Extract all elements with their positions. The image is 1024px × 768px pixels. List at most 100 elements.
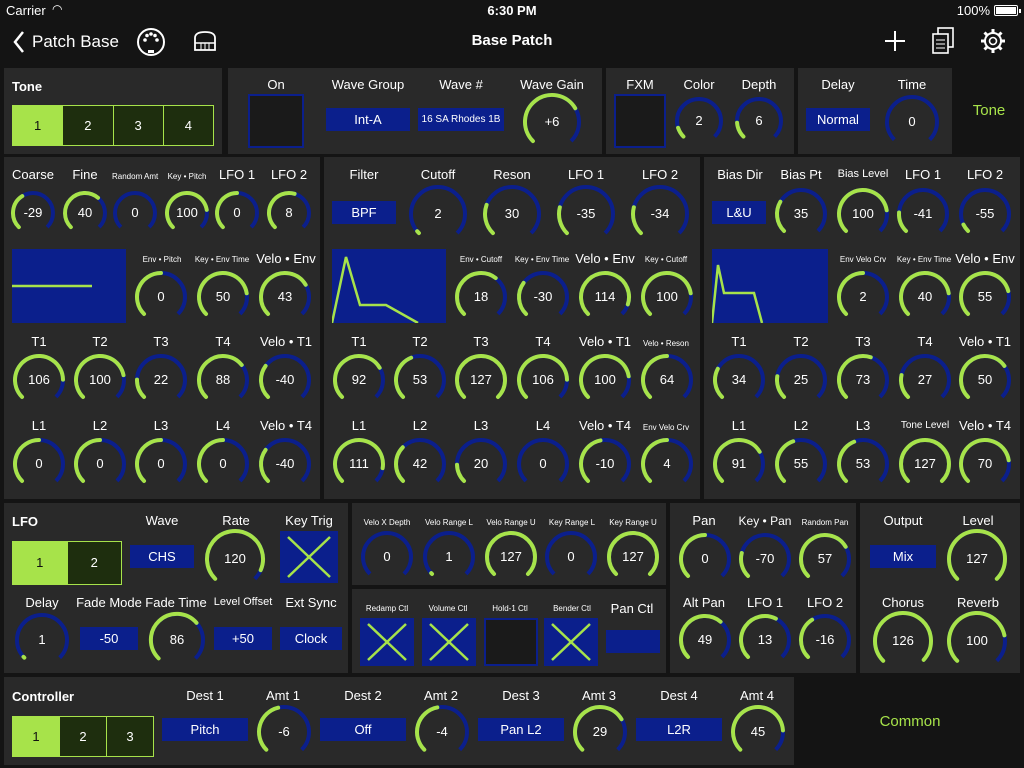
filter-l2-knob[interactable]: 42 [393, 437, 447, 491]
pitch-t4-knob[interactable]: 88 [196, 353, 250, 407]
amt1-knob[interactable]: -6 [256, 704, 312, 760]
cutoff-knob[interactable]: 2 [408, 184, 468, 244]
bias-dir-button[interactable]: L&U [712, 201, 766, 224]
fade-mode-button[interactable]: -50 [80, 627, 138, 650]
key-trig-toggle[interactable] [280, 531, 338, 583]
key-range-l-knob[interactable]: 0 [544, 530, 598, 584]
velo-x-depth-knob[interactable]: 0 [360, 530, 414, 584]
amp-t1-knob[interactable]: 34 [712, 353, 766, 407]
amp-t2-knob[interactable]: 25 [774, 353, 828, 407]
filter-envelope-graph[interactable] [330, 249, 446, 325]
filter-l3-knob[interactable]: 20 [454, 437, 508, 491]
lfo-tab-1[interactable]: 1 [13, 542, 68, 584]
filter-t3-knob[interactable]: 127 [454, 353, 508, 407]
filter-velo-t4-knob[interactable]: -10 [578, 437, 632, 491]
tone-tab-2[interactable]: 2 [63, 106, 114, 145]
bias-pt-knob[interactable]: 35 [774, 187, 828, 241]
lfo-tab-2[interactable]: 2 [67, 542, 121, 584]
pitch-l1-knob[interactable]: 0 [12, 437, 66, 491]
controller-tabs[interactable]: 1 2 3 [12, 716, 154, 757]
filter-key-env-time-knob[interactable]: -30 [516, 270, 570, 324]
color-knob[interactable]: 2 [674, 96, 724, 146]
pan-lfo2-knob[interactable]: -16 [798, 613, 852, 667]
filter-velo-t1-knob[interactable]: 100 [578, 353, 632, 407]
copy-icon[interactable] [930, 26, 956, 61]
key-range-u-knob[interactable]: 127 [606, 530, 660, 584]
dest2-button[interactable]: Off [320, 718, 406, 741]
amp-env-velo-crv-knob[interactable]: 2 [836, 270, 890, 324]
tone-level-knob[interactable]: 127 [898, 437, 952, 491]
pitch-envelope-graph[interactable] [12, 249, 126, 323]
pitch-key-env-time-knob[interactable]: 50 [196, 270, 250, 324]
amp-l1-knob[interactable]: 91 [712, 437, 766, 491]
velo-range-l-knob[interactable]: 1 [422, 530, 476, 584]
on-toggle[interactable] [248, 94, 304, 148]
wave-num-button[interactable]: 16 SA Rhodes 1B [418, 108, 504, 131]
amp-envelope-graph[interactable] [710, 249, 828, 324]
amp-lfo1-knob[interactable]: -41 [896, 187, 950, 241]
chorus-knob[interactable]: 126 [872, 610, 934, 672]
bender-ctl-toggle[interactable] [544, 618, 598, 666]
pitch-lfo2-knob[interactable]: 8 [266, 190, 312, 236]
controller-tab-3[interactable]: 3 [107, 717, 153, 756]
amt3-knob[interactable]: 29 [572, 704, 628, 760]
filter-t1-knob[interactable]: 92 [332, 353, 386, 407]
controller-tab-2[interactable]: 2 [60, 717, 107, 756]
key-pitch-knob[interactable]: 100 [164, 190, 210, 236]
fxm-toggle[interactable] [614, 94, 666, 148]
pitch-t1-knob[interactable]: 106 [12, 353, 66, 407]
pan-lfo1-knob[interactable]: 13 [738, 613, 792, 667]
amp-lfo2-knob[interactable]: -55 [958, 187, 1012, 241]
lfo-wave-button[interactable]: CHS [130, 545, 194, 568]
bias-level-knob[interactable]: 100 [836, 187, 890, 241]
random-pan-knob[interactable]: 57 [798, 532, 852, 586]
pitch-l3-knob[interactable]: 0 [134, 437, 188, 491]
reson-knob[interactable]: 30 [482, 184, 542, 244]
gear-icon[interactable] [979, 27, 1007, 60]
random-amt-knob[interactable]: 0 [112, 190, 158, 236]
hold1-ctl-toggle[interactable] [484, 618, 538, 666]
key-cutoff-knob[interactable]: 100 [640, 270, 694, 324]
output-button[interactable]: Mix [870, 545, 936, 568]
pan-ctl-button[interactable] [606, 630, 660, 653]
filter-type-button[interactable]: BPF [332, 201, 396, 224]
lfo-tabs[interactable]: 1 2 [12, 541, 122, 585]
pitch-velo-t4-knob[interactable]: -40 [258, 437, 312, 491]
tone-tab-3[interactable]: 3 [113, 106, 164, 145]
filter-env-velo-crv-knob[interactable]: 4 [640, 437, 694, 491]
controller-tab-1[interactable]: 1 [13, 717, 60, 756]
pitch-l4-knob[interactable]: 0 [196, 437, 250, 491]
dest3-button[interactable]: Pan L2 [478, 718, 564, 741]
pitch-velo-env-knob[interactable]: 43 [258, 270, 312, 324]
pitch-l2-knob[interactable]: 0 [73, 437, 127, 491]
amp-t3-knob[interactable]: 73 [836, 353, 890, 407]
amp-velo-t1-knob[interactable]: 50 [958, 353, 1012, 407]
amp-velo-t4-knob[interactable]: 70 [958, 437, 1012, 491]
amp-key-env-time-knob[interactable]: 40 [898, 270, 952, 324]
pitch-t3-knob[interactable]: 22 [134, 353, 188, 407]
tone-tabs[interactable]: 1 2 3 4 [12, 105, 214, 146]
filter-t2-knob[interactable]: 53 [393, 353, 447, 407]
env-cutoff-knob[interactable]: 18 [454, 270, 508, 324]
env-pitch-knob[interactable]: 0 [134, 270, 188, 324]
time-knob[interactable]: 0 [884, 94, 940, 150]
dest1-button[interactable]: Pitch [162, 718, 248, 741]
pitch-lfo1-knob[interactable]: 0 [214, 190, 260, 236]
lfo-rate-knob[interactable]: 120 [204, 528, 266, 590]
pitch-t2-knob[interactable]: 100 [73, 353, 127, 407]
tone-tab-1[interactable]: 1 [13, 106, 64, 145]
lfo-delay-knob[interactable]: 1 [14, 612, 70, 668]
amp-l2-knob[interactable]: 55 [774, 437, 828, 491]
volume-ctl-toggle[interactable] [422, 618, 476, 666]
filter-lfo2-knob[interactable]: -34 [630, 184, 690, 244]
filter-t4-knob[interactable]: 106 [516, 353, 570, 407]
dest4-button[interactable]: L2R [636, 718, 722, 741]
pitch-velo-t1-knob[interactable]: -40 [258, 353, 312, 407]
velo-range-u-knob[interactable]: 127 [484, 530, 538, 584]
tone-tab-4[interactable]: 4 [163, 106, 213, 145]
filter-velo-env-knob[interactable]: 114 [578, 270, 632, 324]
amp-velo-env-knob[interactable]: 55 [958, 270, 1012, 324]
wave-group-button[interactable]: Int-A [326, 108, 410, 131]
alt-pan-knob[interactable]: 49 [678, 613, 732, 667]
pan-knob[interactable]: 0 [678, 532, 732, 586]
